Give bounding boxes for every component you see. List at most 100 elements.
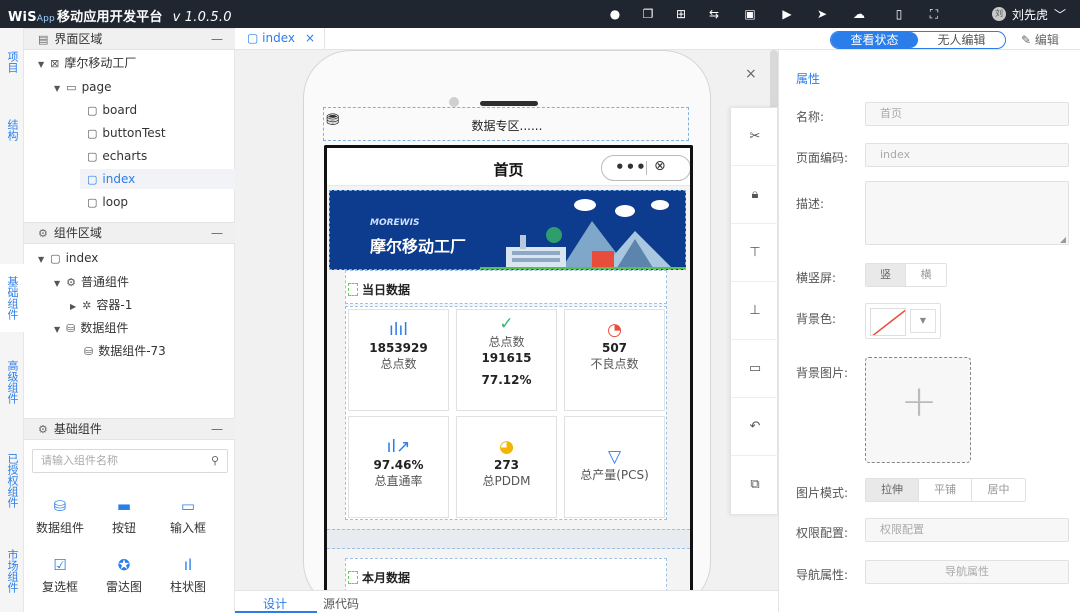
align-bottom-icon[interactable]: ⊥: [731, 282, 779, 340]
play-icon[interactable]: ▶: [778, 5, 796, 23]
tab-advanced-components[interactable]: 高级组件: [0, 348, 24, 416]
factory-illustration: [480, 199, 685, 269]
file-icon: ▢: [87, 104, 98, 117]
delete-icon[interactable]: ⧉: [731, 456, 779, 514]
send-icon[interactable]: ➤: [813, 5, 831, 23]
background-color-picker[interactable]: ▼: [865, 303, 941, 339]
stat-card[interactable]: ✓ 总点数 191615 77.12%: [456, 309, 557, 411]
cloud-upload-icon[interactable]: ☁: [850, 5, 868, 23]
tab-source-code[interactable]: 源代码: [323, 595, 359, 612]
tab-index[interactable]: ▢ index ×: [235, 28, 325, 50]
add-page-icon[interactable]: ⊞: [672, 5, 690, 23]
daily-data-grid[interactable]: ılıl 1853929 总点数 ✓ 总点数 191615 77.12% ◔ 5…: [345, 306, 667, 520]
component-bar-chart[interactable]: ıl 柱状图: [160, 555, 216, 595]
component-input[interactable]: ▭ 输入框: [160, 496, 216, 536]
collapse-icon[interactable]: —: [211, 29, 223, 49]
component-database[interactable]: ⛁ 数据组件: [32, 496, 88, 536]
avatar: 刘: [991, 7, 1006, 21]
copy-icon[interactable]: ❐: [639, 5, 657, 23]
tab-design[interactable]: 设计: [263, 595, 287, 612]
portrait-button[interactable]: 竖: [866, 264, 906, 286]
radar-icon: ✪: [117, 556, 131, 574]
lock-icon[interactable]: 🔒︎: [731, 166, 779, 224]
description-textarea[interactable]: ◢: [865, 181, 1069, 245]
tree-node-root[interactable]: ▼ ⊠ 摩尔移动工厂: [38, 53, 136, 73]
daily-data-title[interactable]: 当日数据: [345, 270, 667, 304]
camera: [449, 97, 459, 107]
tree-node-page[interactable]: ▢ echarts: [80, 146, 235, 166]
close-circle-icon[interactable]: ⊗: [654, 158, 666, 174]
collapse-icon[interactable]: —: [211, 223, 223, 243]
input-icon: ▭: [180, 497, 196, 515]
stat-card[interactable]: ◔ 507 不良点数: [564, 309, 665, 411]
swap-icon[interactable]: ⇆: [705, 5, 723, 23]
close-icon[interactable]: ×: [305, 31, 315, 45]
tree-node-container[interactable]: ▶ ✲ 容器-1: [70, 295, 132, 315]
stretch-button[interactable]: 拉伸: [866, 479, 919, 501]
tab-basic-components[interactable]: 基础组件: [0, 264, 24, 332]
tab-project[interactable]: 项目: [0, 40, 24, 84]
capsule-menu[interactable]: ••• ⊗: [601, 155, 690, 181]
more-icon[interactable]: •••: [615, 158, 647, 176]
center-button[interactable]: 居中: [972, 479, 1025, 501]
file-icon: ▢: [87, 173, 98, 186]
component-checkbox[interactable]: ☑ 复选框: [32, 555, 88, 595]
tree-node-data-group[interactable]: ▼ ⛁ 数据组件: [54, 318, 128, 338]
folder-icon: ▭: [66, 81, 77, 94]
stat-card[interactable]: ıl↗ 97.46% 总直通率: [348, 416, 449, 518]
canvas-scrollbar[interactable]: [770, 50, 778, 110]
tab-authorized-components[interactable]: 已授权组件: [0, 440, 24, 520]
navigation-button[interactable]: 导航属性: [865, 560, 1069, 584]
tree-node-page[interactable]: ▢ loop: [80, 192, 235, 212]
bag-icon[interactable]: ▣: [741, 5, 759, 23]
component-button[interactable]: ▬ 按钮: [96, 496, 152, 536]
edit-button[interactable]: ✎ 编辑: [1021, 31, 1059, 48]
banner-image[interactable]: MOREWIS 摩尔移动工厂: [329, 190, 686, 270]
background-image-label: 背景图片:: [796, 366, 849, 380]
stat-card[interactable]: ◕ 273 总PDDM: [456, 416, 557, 518]
grip-icon: [348, 283, 358, 296]
speaker: [480, 101, 538, 106]
tree-node-page[interactable]: ▢ buttonTest: [80, 123, 235, 143]
image-mode-label: 图片模式:: [796, 486, 849, 500]
permission-field[interactable]: 权限配置: [865, 518, 1069, 542]
basic-components-header[interactable]: ⚙ 基础组件 —: [24, 418, 235, 440]
tree-node-page-folder[interactable]: ▼ ▭ page: [54, 77, 112, 97]
component-radar[interactable]: ✪ 雷达图: [96, 555, 152, 595]
tab-market-components[interactable]: 市场组件: [0, 536, 24, 606]
name-field[interactable]: 首页: [865, 102, 1069, 126]
landscape-button[interactable]: 横: [906, 264, 946, 286]
tab-structure[interactable]: 结构: [0, 108, 24, 152]
view-state-button[interactable]: 查看状态: [831, 32, 918, 48]
fullscreen-icon[interactable]: ⛶: [925, 5, 943, 23]
monthly-data-title[interactable]: 本月数据: [345, 558, 667, 590]
tree-node-component-root[interactable]: ▼ ▢ index: [38, 248, 98, 268]
component-search-input[interactable]: 请输入组件名称 ⚲: [32, 449, 228, 473]
tree-node-page[interactable]: ▢ board: [80, 100, 235, 120]
search-icon: ⚲: [210, 454, 219, 467]
tree-node-data-item[interactable]: ⛁ 数据组件-73: [84, 341, 166, 361]
cut-icon[interactable]: ✂: [731, 108, 779, 166]
chevron-down-icon[interactable]: ▼: [910, 309, 936, 333]
undo-icon[interactable]: ↶: [731, 398, 779, 456]
book-icon[interactable]: ▯: [890, 5, 908, 23]
save-icon[interactable]: ▭: [731, 340, 779, 398]
align-top-icon[interactable]: ⊤: [731, 224, 779, 282]
component-area-header[interactable]: ⚙ 组件区域 —: [24, 222, 235, 244]
user-menu[interactable]: 刘 刘先虎 ﹀: [991, 5, 1066, 23]
interface-area-header[interactable]: ▤ 界面区域 —: [24, 28, 235, 50]
app-title: 移动应用开发平台: [56, 10, 163, 25]
tile-button[interactable]: 平铺: [919, 479, 972, 501]
unmanned-edit-button[interactable]: 无人编辑: [918, 32, 1005, 48]
close-icon[interactable]: ×: [745, 66, 757, 82]
stat-card[interactable]: ▽ 总产量(PCS): [564, 416, 665, 518]
page-code-field[interactable]: index: [865, 143, 1069, 167]
tree-node-common-group[interactable]: ▼ ⚙ 普通组件: [54, 272, 129, 292]
background-image-upload[interactable]: +: [865, 357, 971, 463]
collapse-icon[interactable]: —: [211, 419, 223, 439]
data-zone-component[interactable]: ⛃ 数据专区......: [323, 107, 689, 141]
record-icon[interactable]: ●: [606, 5, 624, 23]
stat-card[interactable]: ılıl 1853929 总点数: [348, 309, 449, 411]
tree-node-page-selected[interactable]: ▢ index: [80, 169, 235, 189]
file-icon: ▢: [50, 252, 61, 265]
